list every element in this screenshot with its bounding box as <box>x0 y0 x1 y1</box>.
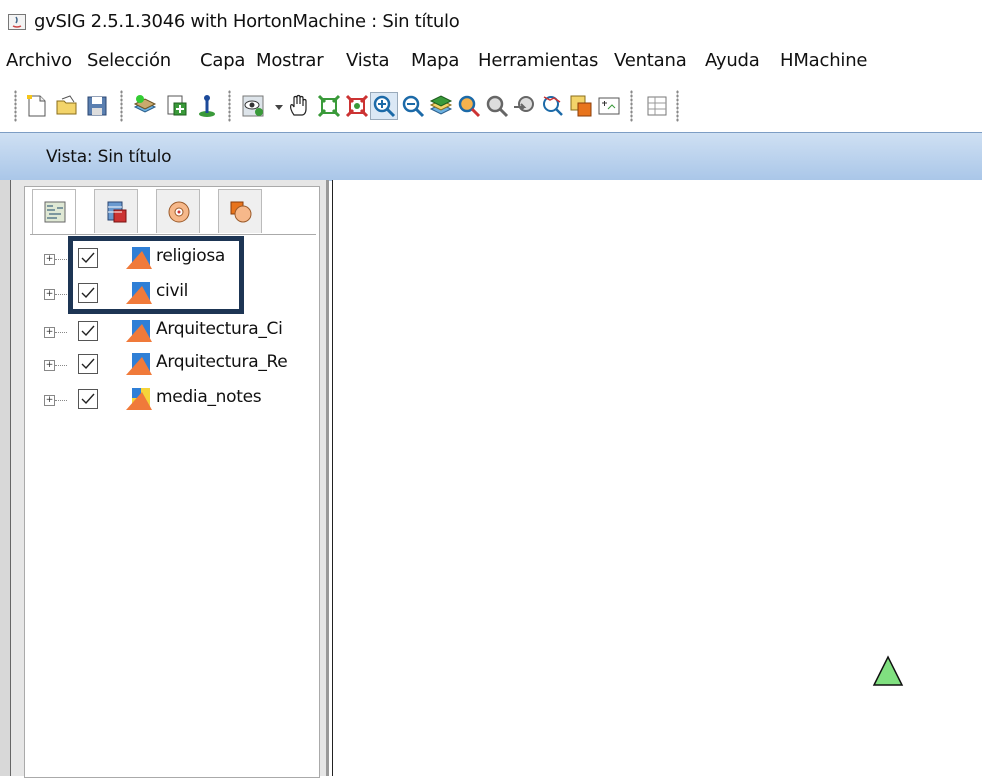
vector-layer-icon <box>126 388 152 410</box>
menu-mapa[interactable]: Mapa <box>411 50 459 71</box>
expand-icon[interactable]: + <box>44 327 55 338</box>
tree-connector <box>55 332 67 333</box>
measure-icon[interactable] <box>540 93 566 119</box>
layer-visibility-checkbox[interactable] <box>78 389 98 409</box>
layer-row-arquitectura-re[interactable]: + Arquitectura_Re <box>30 351 316 381</box>
toolbar-grip[interactable] <box>120 90 123 122</box>
layers-tab-icon <box>44 201 66 223</box>
zoom-out-icon[interactable] <box>400 93 426 119</box>
zoom-map-icon[interactable] <box>456 93 482 119</box>
menu-vista[interactable]: Vista <box>346 50 390 71</box>
menu-seleccion[interactable]: Selección <box>87 50 171 71</box>
shapes-tab-icon <box>230 201 252 223</box>
expand-icon[interactable]: + <box>44 395 55 406</box>
database-tab-icon <box>107 201 127 223</box>
toolbar-grip[interactable] <box>630 90 633 122</box>
toolbar-grip[interactable] <box>228 90 231 122</box>
vector-layer-icon <box>126 320 152 342</box>
layer-tree: + religiosa + civil + Arquitectura_Ci + … <box>30 234 316 775</box>
layer-row-media-notes[interactable]: + media_notes <box>30 386 316 416</box>
tab-database[interactable] <box>94 189 138 233</box>
frame-icon[interactable] <box>596 93 622 119</box>
title-bar: gvSIG 2.5.1.3046 with HortonMachine : Si… <box>0 0 982 44</box>
layer-label[interactable]: Arquitectura_Ci <box>156 319 283 339</box>
geoprocess-tab-icon <box>168 201 190 223</box>
zoom-select-icon[interactable] <box>344 93 370 119</box>
highlight-box <box>68 236 244 314</box>
dropdown-arrow-icon[interactable] <box>266 93 283 119</box>
menu-ventana[interactable]: Ventana <box>614 50 687 71</box>
zoom-layer-icon[interactable] <box>428 93 454 119</box>
triangle-feature-icon[interactable] <box>871 654 905 688</box>
window-title: gvSIG 2.5.1.3046 with HortonMachine : Si… <box>34 11 460 32</box>
layer-row-arquitectura-ci[interactable]: + Arquitectura_Ci <box>30 318 316 348</box>
menu-bar: Archivo Selección Capa Mostrar Vista Map… <box>0 48 982 78</box>
layer-visibility-checkbox[interactable] <box>78 354 98 374</box>
window-left-edge <box>0 180 11 776</box>
vector-layer-icon <box>126 353 152 375</box>
tree-connector <box>55 400 67 401</box>
menu-capa[interactable]: Capa <box>200 50 245 71</box>
tab-layers[interactable] <box>32 189 76 235</box>
zoom-full-icon[interactable] <box>316 93 342 119</box>
zoom-in-icon[interactable] <box>370 92 398 120</box>
checkmark-icon <box>81 393 95 405</box>
view-info-icon[interactable] <box>240 93 266 119</box>
menu-ayuda[interactable]: Ayuda <box>705 50 760 71</box>
java-app-icon <box>8 14 26 30</box>
layer-label[interactable]: media_notes <box>156 387 262 407</box>
expand-icon[interactable]: + <box>44 360 55 371</box>
zoom-back-icon[interactable] <box>512 93 538 119</box>
menu-hmachine[interactable]: HMachine <box>780 50 867 71</box>
open-project-icon[interactable] <box>54 93 80 119</box>
add-layer-icon[interactable] <box>132 93 158 119</box>
tree-connector <box>55 259 67 260</box>
menu-archivo[interactable]: Archivo <box>6 50 72 71</box>
table-icon[interactable] <box>644 93 670 119</box>
menu-mostrar[interactable]: Mostrar <box>256 50 324 71</box>
new-project-icon[interactable] <box>24 93 50 119</box>
tab-geoprocess[interactable] <box>156 189 200 233</box>
toolbar <box>0 82 982 132</box>
checkmark-icon <box>81 325 95 337</box>
pan-icon[interactable] <box>286 93 312 119</box>
expand-icon[interactable]: + <box>44 289 55 300</box>
layer-visibility-checkbox[interactable] <box>78 321 98 341</box>
view-window-header: Vista: Sin título <box>0 132 982 181</box>
add-point-icon[interactable] <box>194 93 220 119</box>
new-layer-icon[interactable] <box>164 93 190 119</box>
expand-icon[interactable]: + <box>44 254 55 265</box>
layer-label[interactable]: Arquitectura_Re <box>156 352 288 372</box>
tree-connector <box>55 365 67 366</box>
tab-shapes[interactable] <box>218 189 262 233</box>
toolbar-grip[interactable] <box>676 90 679 122</box>
locator-icon[interactable] <box>568 93 594 119</box>
checkmark-icon <box>81 358 95 370</box>
tree-connector <box>55 294 67 295</box>
toolbar-grip[interactable] <box>14 90 17 122</box>
view-title: Vista: Sin título <box>46 147 172 167</box>
save-project-icon[interactable] <box>84 93 110 119</box>
zoom-previous-icon[interactable] <box>484 93 510 119</box>
menu-herramientas[interactable]: Herramientas <box>478 50 598 71</box>
